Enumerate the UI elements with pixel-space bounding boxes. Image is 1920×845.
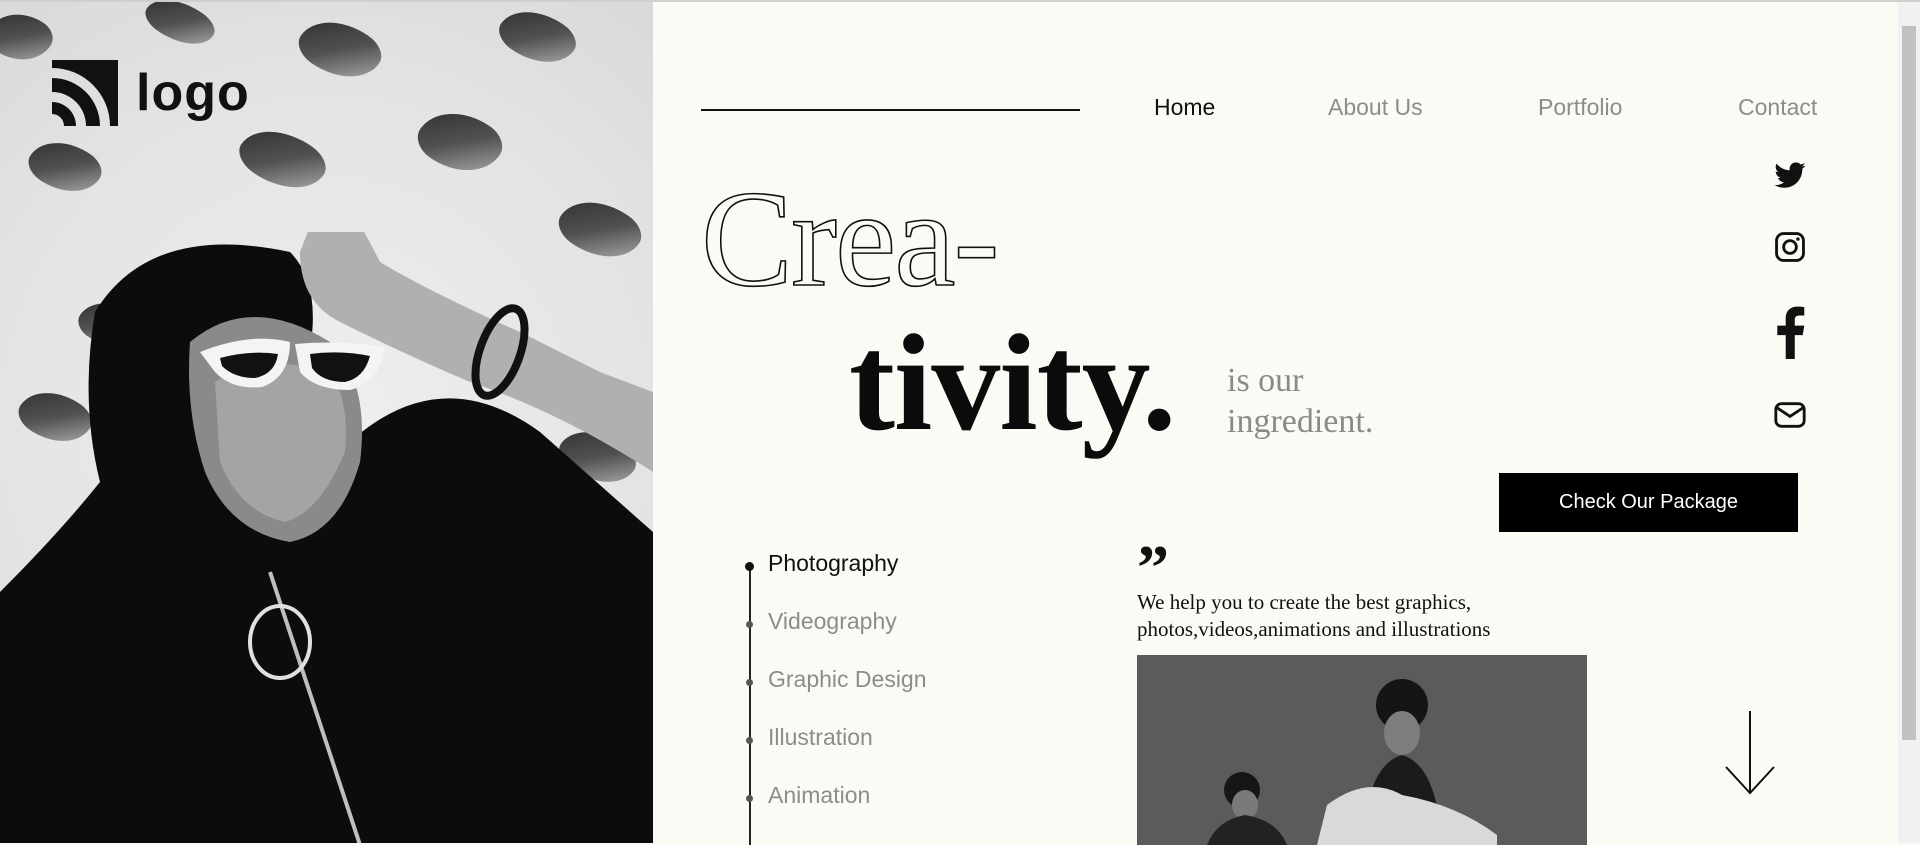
facebook-icon[interactable] [1773, 305, 1807, 359]
mail-icon[interactable] [1773, 398, 1807, 432]
pattern-shape [492, 2, 583, 79]
nav-divider-line [701, 109, 1080, 111]
service-item-photography[interactable]: Photography [768, 550, 898, 577]
quote-line2: photos,videos,animations and illustratio… [1137, 617, 1491, 641]
hero-tagline: is our ingredient. [1227, 360, 1447, 442]
service-item-graphic-design[interactable]: Graphic Design [768, 666, 927, 693]
timeline-dot [746, 737, 753, 744]
nav-contact[interactable]: Contact [1738, 94, 1817, 121]
scrollbar-thumb[interactable] [1902, 26, 1916, 740]
dancers-illustration [1137, 655, 1587, 845]
hero-heading-outline: Crea- [700, 162, 1000, 315]
timeline-dot [745, 562, 754, 571]
hero-photo: logo [0, 2, 653, 843]
main-content: Home About Us Portfolio Contact Crea- ti… [653, 2, 1898, 845]
services-timeline [749, 562, 751, 845]
pattern-shape [291, 4, 389, 95]
timeline-dot [746, 795, 753, 802]
hero-heading-bold: tivity. [849, 306, 1176, 459]
pattern-shape [21, 126, 109, 208]
nav-portfolio[interactable]: Portfolio [1538, 94, 1622, 121]
check-package-button[interactable]: Check Our Package [1499, 473, 1798, 532]
hero-person-illustration [0, 232, 653, 843]
pattern-shape [0, 2, 59, 75]
service-item-animation[interactable]: Animation [768, 782, 870, 809]
page-scrollbar[interactable] [1898, 2, 1920, 843]
instagram-icon[interactable] [1773, 230, 1807, 264]
service-item-videography[interactable]: Videography [768, 608, 897, 635]
nav-home[interactable]: Home [1154, 94, 1215, 121]
logo[interactable]: logo [52, 60, 250, 126]
quote-line1: We help you to create the best graphics, [1137, 590, 1472, 614]
scroll-down-arrow-icon[interactable] [1724, 711, 1776, 795]
twitter-icon[interactable] [1773, 159, 1807, 193]
pattern-shape [139, 2, 221, 59]
timeline-dot [746, 621, 753, 628]
quote-text: We help you to create the best graphics,… [1137, 589, 1577, 643]
timeline-dot [746, 679, 753, 686]
logo-icon [52, 60, 118, 126]
hero-tagline-line2: ingredient. [1227, 403, 1374, 440]
pattern-shape [410, 94, 510, 190]
portfolio-photo [1137, 655, 1587, 845]
nav-about-us[interactable]: About Us [1328, 94, 1423, 121]
service-item-illustration[interactable]: Illustration [768, 724, 873, 751]
logo-text: logo [136, 64, 250, 122]
hero-tagline-line1: is our [1227, 362, 1304, 399]
pattern-shape [231, 112, 334, 207]
